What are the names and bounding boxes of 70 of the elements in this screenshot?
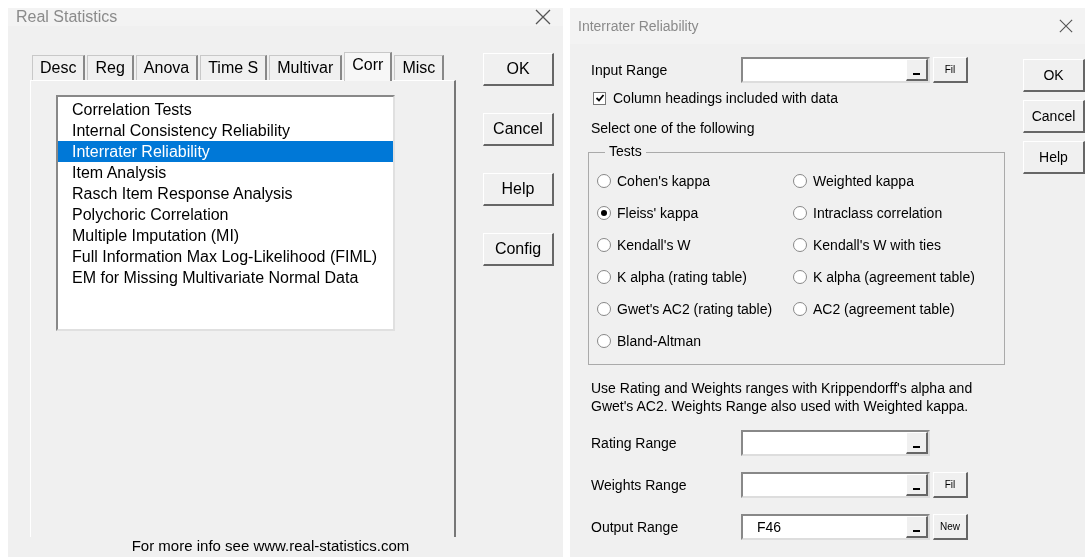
- radio-label: Gwet's AC2 (rating table): [617, 301, 773, 317]
- dialog-button[interactable]: Config: [483, 233, 554, 266]
- radio-label: Intraclass correlation: [813, 205, 943, 221]
- dialog-button[interactable]: Help: [1023, 141, 1085, 174]
- radio-label: Cohen's kappa: [617, 173, 710, 189]
- dialog-button[interactable]: Cancel: [1023, 100, 1085, 133]
- radio-button[interactable]: [793, 206, 807, 220]
- range-field[interactable]: [741, 57, 930, 83]
- radio-button[interactable]: [793, 174, 807, 188]
- fill-button[interactable]: Fil: [933, 57, 968, 83]
- field-label: Input Range: [591, 62, 669, 78]
- instruction-text: Select one of the following: [591, 120, 756, 136]
- note-text: Use Rating and Weights ranges with Krippendorff's alpha and Gwet's AC2. Weights Range also used with Weighted kappa.: [591, 379, 974, 415]
- dialog-button[interactable]: OK: [483, 53, 554, 86]
- collapse-button[interactable]: [906, 516, 928, 538]
- radio-label: Fleiss' kappa: [617, 205, 699, 221]
- window-title: Real Statistics: [16, 8, 118, 26]
- radio-label: Weighted kappa: [813, 173, 914, 189]
- radio-button[interactable]: [793, 302, 807, 316]
- radio-label: AC2 (agreement table): [813, 301, 955, 317]
- range-button[interactable]: Fil: [933, 472, 968, 498]
- tab[interactable]: Anova: [135, 55, 199, 80]
- list-item[interactable]: Multiple Imputation (MI): [58, 225, 393, 246]
- radio-label: Kendall's W: [617, 237, 691, 253]
- list-item[interactable]: Polychoric Correlation: [58, 204, 393, 225]
- collapse-button[interactable]: [906, 474, 928, 496]
- radio-button[interactable]: [597, 174, 611, 188]
- list-item[interactable]: Item Analysis: [58, 162, 393, 183]
- radio-label: Bland-Altman: [617, 333, 702, 349]
- tab[interactable]: Desc: [32, 55, 86, 80]
- range-field[interactable]: [741, 430, 930, 456]
- tab[interactable]: Corr: [344, 52, 393, 81]
- close-icon[interactable]: [1059, 19, 1073, 33]
- field-label: Output Range: [591, 519, 680, 535]
- radio-button[interactable]: [597, 302, 611, 316]
- group-legend: Tests: [605, 143, 646, 159]
- radio-label: Kendall's W with ties: [813, 237, 941, 253]
- field-label: Rating Range: [591, 435, 678, 451]
- list-item[interactable]: EM for Missing Multivariate Normal Data: [58, 267, 393, 288]
- collapse-button[interactable]: [906, 432, 928, 454]
- list-item[interactable]: Full Information Max Log-Likelihood (FIML): [58, 246, 393, 267]
- radio-button[interactable]: [597, 334, 611, 348]
- list-item[interactable]: Interrater Reliability: [58, 141, 393, 162]
- radio-button[interactable]: [793, 238, 807, 252]
- checkbox-label: Column headings included with data: [613, 90, 838, 106]
- range-button[interactable]: New: [933, 514, 968, 540]
- collapse-button[interactable]: [906, 59, 928, 81]
- close-icon[interactable]: [535, 9, 551, 25]
- info-text: For more info see www.real-statistics.com: [130, 537, 411, 554]
- radio-button[interactable]: [597, 270, 611, 284]
- tab[interactable]: Misc: [394, 55, 445, 80]
- tab[interactable]: Multivar: [269, 55, 343, 80]
- dialog-button[interactable]: OK: [1023, 59, 1085, 92]
- radio-button[interactable]: [793, 270, 807, 284]
- tab[interactable]: Reg: [87, 55, 134, 80]
- dialog-button[interactable]: Cancel: [483, 113, 554, 146]
- radio-button[interactable]: [597, 206, 611, 220]
- window-title: Interrater Reliability: [578, 18, 699, 34]
- range-field[interactable]: [741, 472, 930, 498]
- dialog-button[interactable]: Help: [483, 173, 554, 206]
- list-item[interactable]: Internal Consistency Reliability: [58, 120, 393, 141]
- list-item[interactable]: Correlation Tests: [58, 99, 393, 120]
- field-label: Weights Range: [591, 477, 688, 493]
- checkbox[interactable]: [593, 91, 606, 105]
- list-item[interactable]: Rasch Item Response Analysis: [58, 183, 393, 204]
- range-field[interactable]: F46: [741, 514, 930, 540]
- radio-label: K alpha (rating table): [617, 269, 747, 285]
- radio-label: K alpha (agreement table): [813, 269, 975, 285]
- tab[interactable]: Time S: [200, 55, 268, 80]
- radio-button[interactable]: [597, 238, 611, 252]
